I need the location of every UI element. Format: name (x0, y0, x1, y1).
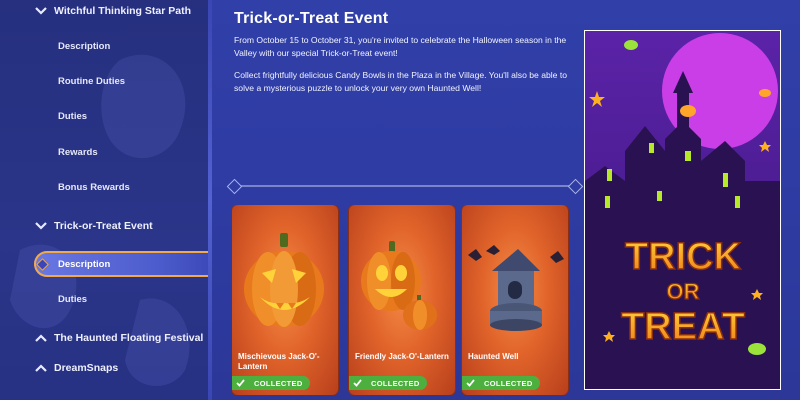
description-paragraph-2: Collect frightfully delicious Candy Bowl… (234, 70, 568, 93)
poster-line-1: TRICK (625, 236, 742, 278)
sidebar-item-duties[interactable]: Duties (0, 288, 210, 310)
section-label: The Haunted Floating Festival (54, 332, 204, 344)
friendly-jack-o-lantern-image (361, 241, 437, 330)
sidebar-item-label: Bonus Rewards (58, 181, 130, 193)
sidebar-item-routine-duties[interactable]: Routine Duties (0, 70, 210, 92)
checkmark-icon (464, 379, 476, 387)
rewards-frame-divider (232, 185, 578, 195)
section-dreamsnaps[interactable]: DreamSnaps (0, 357, 210, 379)
mischievous-jack-o-lantern-image (244, 233, 324, 327)
checkmark-icon (234, 379, 246, 387)
reward-card-haunted-well[interactable]: Haunted Well COLLECTED (462, 205, 568, 395)
section-label: Witchful Thinking Star Path (54, 5, 191, 17)
sidebar-item-label: Description (58, 40, 111, 52)
sidebar-item-label: Duties (58, 293, 88, 305)
collected-label: COLLECTED (371, 378, 420, 388)
collected-label: COLLECTED (254, 378, 303, 388)
sidebar-item-label: Routine Duties (58, 75, 126, 87)
page-title: Trick-or-Treat Event (234, 10, 389, 27)
collected-label: COLLECTED (484, 378, 533, 388)
event-poster: TRICK OR TREAT (584, 30, 781, 390)
description-paragraph-1: From October 15 to October 31, you're in… (234, 35, 567, 58)
sidebar-item-label: Description (58, 258, 111, 270)
poster-line-3: TREAT (621, 306, 745, 348)
collected-badge: COLLECTED (349, 376, 427, 390)
collected-badge: COLLECTED (232, 376, 310, 390)
sidebar-item-bonus-rewards[interactable]: Bonus Rewards (0, 176, 210, 198)
reward-cards: Mischievous Jack-O'-Lantern COLLECTED Fr… (232, 205, 572, 395)
reward-card-friendly-jack-o-lantern[interactable]: Friendly Jack-O'-Lantern COLLECTED (349, 205, 455, 395)
selection-diamond-icon (36, 258, 49, 271)
collected-badge: COLLECTED (462, 376, 540, 390)
haunted-well-image (468, 245, 564, 331)
sidebar: Witchful Thinking Star Path Description … (0, 0, 210, 400)
sidebar-item-description-active[interactable]: Description (34, 251, 210, 277)
chevron-up-icon (30, 327, 52, 349)
card-name: Mischievous Jack-O'-Lantern (238, 352, 320, 371)
sidebar-item-description[interactable]: Description (0, 35, 210, 57)
card-name: Haunted Well (468, 352, 519, 361)
card-name: Friendly Jack-O'-Lantern (355, 352, 449, 361)
trick-or-treat-poster-image: TRICK OR TREAT (585, 31, 780, 389)
section-haunted-floating-festival[interactable]: The Haunted Floating Festival (0, 327, 210, 349)
section-label: DreamSnaps (54, 362, 119, 374)
section-label: Trick-or-Treat Event (54, 220, 153, 232)
sidebar-item-label: Rewards (58, 146, 98, 158)
chevron-down-icon (30, 0, 52, 22)
section-trick-or-treat-event[interactable]: Trick-or-Treat Event (0, 215, 210, 237)
checkmark-icon (351, 379, 363, 387)
chevron-up-icon (30, 357, 52, 379)
section-witchful-thinking-star-path[interactable]: Witchful Thinking Star Path (0, 0, 210, 22)
poster-line-2: OR (667, 279, 700, 304)
chevron-down-icon (30, 215, 52, 237)
sidebar-item-duties[interactable]: Duties (0, 105, 210, 127)
sidebar-item-label: Duties (58, 110, 88, 122)
sidebar-item-rewards[interactable]: Rewards (0, 141, 210, 163)
reward-card-mischievous-jack-o-lantern[interactable]: Mischievous Jack-O'-Lantern COLLECTED (232, 205, 338, 395)
